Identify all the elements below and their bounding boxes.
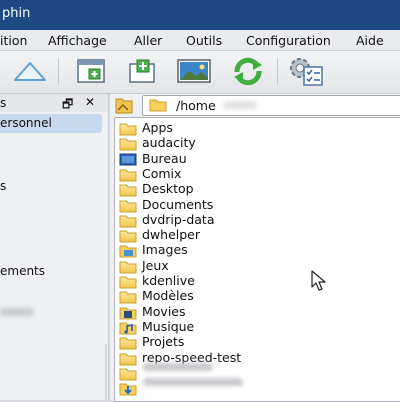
file-name: audacity [142,135,196,151]
new-window-button[interactable] [75,57,107,87]
folder-icon [119,290,137,304]
place-item[interactable]: ements [0,264,45,278]
window-title: phin [2,6,31,21]
panel-splitter[interactable] [105,344,107,400]
movies-folder-icon [119,306,137,320]
settings-button[interactable] [288,55,324,90]
folder-icon [119,199,137,212]
main-view: /home Apps audacity Bureau Comix Desktop Docu… [110,94,400,402]
file-name: Bureau [142,150,187,166]
file-name: Modèles [142,288,194,304]
folder-icon [149,98,167,115]
new-tab-icon [127,58,157,87]
blurred-file-name [143,378,243,386]
folder-icon [119,137,137,151]
file-name: Apps [142,120,173,135]
folder-icon [119,275,137,289]
refresh-button[interactable] [232,57,264,87]
menu-aide[interactable]: Aide [356,33,384,48]
preview-button[interactable] [177,57,211,87]
new-window-icon [76,58,106,87]
desktop-folder-icon [119,153,137,166]
up-arrow-icon [13,60,47,85]
new-tab-button[interactable] [126,57,158,87]
places-panel: s 🗗 ✕ ersonnel s ements [0,94,109,400]
folder-icon [119,352,137,365]
file-name: dvdrip-data [142,211,215,227]
toolbar-separator [58,59,59,85]
refresh-icon [231,56,265,89]
file-name: Projets [142,334,185,350]
close-panel-icon[interactable]: ✕ [85,95,95,109]
menu-bar: ition Affichage Aller Outils Configurati… [0,30,400,51]
blurred-path-segment [223,101,257,109]
title-bar: phin [0,0,400,30]
blurred-place-item [0,308,34,316]
folder-icon [119,336,137,350]
settings-icon [288,55,324,90]
menu-aller[interactable]: Aller [134,33,162,48]
file-name: kdenlive [142,273,195,288]
up-button[interactable] [14,57,46,87]
file-name: dwhelper [142,227,201,243]
place-item[interactable]: s [0,179,6,193]
folder-icon [119,183,137,197]
folder-icon [119,214,137,228]
location-input[interactable]: /home [142,95,400,116]
file-name: Musique [142,318,195,334]
menu-outils[interactable]: Outils [186,33,222,48]
toolbar-separator [277,59,278,85]
menu-affichage[interactable]: Affichage [48,33,107,48]
file-name: Movies [142,303,186,319]
menu-edition[interactable]: ition [0,33,27,48]
location-bar: /home [112,94,400,116]
file-name: Desktop [142,181,194,197]
pictures-folder-icon [119,244,137,258]
file-name: Images [142,242,188,258]
folder-icon [119,168,137,182]
toolbar [0,51,400,94]
places-panel-header: s 🗗 ✕ [0,94,108,112]
folder-icon [119,229,137,243]
folder-icon [119,367,137,381]
mouse-cursor-icon [311,270,331,295]
file-name: Documents [142,196,214,212]
blurred-file-name [143,363,213,371]
folder-icon [119,260,137,274]
location-path: /home [176,98,216,113]
music-folder-icon [119,321,137,335]
file-name: Comix [142,165,182,181]
float-panel-icon[interactable]: 🗗 [62,95,73,116]
places-panel-title: s [0,96,7,110]
preview-image-icon [177,58,211,87]
folder-icon [119,122,137,136]
file-name: Jeux [142,257,169,273]
file-list[interactable]: Apps audacity Bureau Comix Desktop Documents d… [114,117,400,402]
menu-configuration[interactable]: Configuration [246,33,331,48]
download-folder-icon [119,382,137,396]
place-item-personnel[interactable]: ersonnel [0,116,52,130]
breadcrumb-toggle-icon[interactable] [114,95,134,118]
